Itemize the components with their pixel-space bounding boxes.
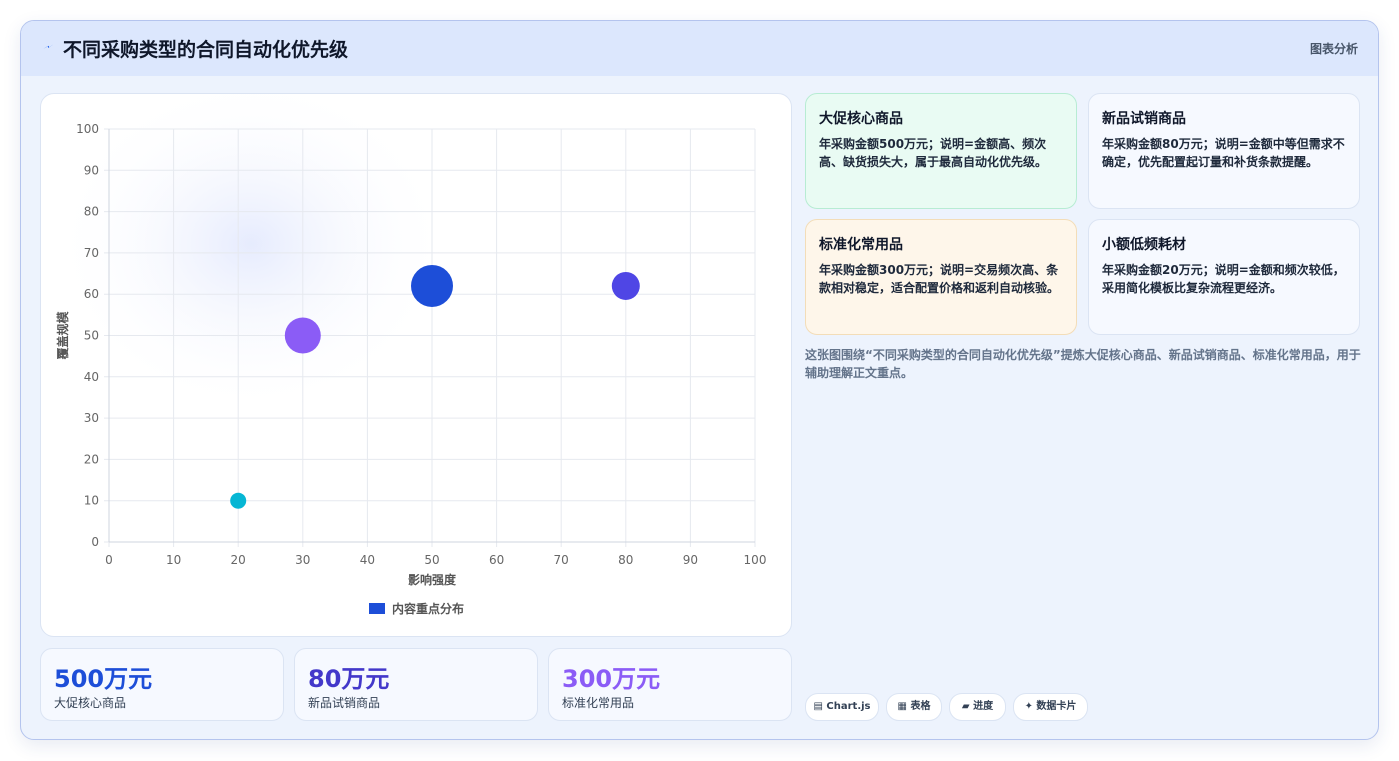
stat-label: 标准化常用品 bbox=[562, 696, 635, 710]
stat-card-1: 500万元 大促核心商品 bbox=[40, 648, 284, 721]
pill-progress[interactable]: ▰ 进度 bbox=[949, 693, 1006, 721]
y-tick-label: 100 bbox=[76, 122, 99, 136]
stat-card-3: 300万元 标准化常用品 bbox=[548, 648, 792, 721]
x-tick-label: 90 bbox=[683, 553, 698, 567]
y-tick-label: 40 bbox=[84, 370, 99, 384]
y-tick-label: 0 bbox=[91, 535, 99, 549]
info-card-2: 新品试销商品 年采购金额80万元；说明=金额中等但需求不确定，优先配置起订量和补… bbox=[1088, 93, 1360, 209]
x-tick-label: 0 bbox=[105, 553, 113, 567]
y-axis-title: 覆盖规模 bbox=[55, 311, 70, 361]
y-tick-label: 10 bbox=[84, 494, 99, 508]
x-tick-label: 100 bbox=[744, 553, 767, 567]
info-card-title: 小额低频耗材 bbox=[1102, 237, 1186, 253]
info-card-text: 年采购金额80万元；说明=金额中等但需求不确定，优先配置起订量和补货条款提醒。 bbox=[1102, 137, 1345, 169]
stat-value: 80万元 bbox=[308, 665, 390, 693]
bubble-point bbox=[611, 271, 640, 300]
bubble-point bbox=[284, 317, 321, 354]
info-card-text: 年采购金额20万元；说明=金额和频次较低，采用简化模板比复杂流程更经济。 bbox=[1102, 263, 1345, 295]
y-tick-label: 60 bbox=[84, 287, 99, 301]
x-axis-title: 影响强度 bbox=[408, 572, 457, 587]
bubble-chart: 0 10 20 30 40 50 60 70 80 90 100 0 10 20 30 40 50 60 70 80 9… bbox=[51, 94, 767, 616]
header: 不同采购类型的合同自动化优先级 图表分析 bbox=[21, 21, 1378, 76]
pill-table[interactable]: ▦ 表格 bbox=[886, 693, 942, 721]
x-tick-label: 30 bbox=[295, 553, 310, 567]
stat-label: 新品试销商品 bbox=[308, 696, 381, 710]
x-tick-label: 60 bbox=[489, 553, 504, 567]
main-card: 不同采购类型的合同自动化优先级 图表分析 0 10 20 30 40 50 60 70 80 90… bbox=[20, 20, 1379, 740]
stat-value: 300万元 bbox=[562, 665, 661, 693]
background-glow bbox=[51, 94, 451, 414]
x-tick-label: 50 bbox=[424, 553, 439, 567]
stat-card-2: 80万元 新品试销商品 bbox=[294, 648, 538, 721]
info-card-text: 年采购金额500万元；说明=金额高、频次高、缺货损失大，属于最高自动化优先级。 bbox=[819, 137, 1048, 169]
info-card-title: 新品试销商品 bbox=[1102, 111, 1186, 127]
lightning-icon bbox=[43, 44, 54, 49]
y-tick-label: 30 bbox=[84, 411, 99, 425]
y-tick-label: 90 bbox=[84, 163, 99, 177]
info-card-1: 大促核心商品 年采购金额500万元；说明=金额高、频次高、缺货损失大，属于最高自… bbox=[805, 93, 1077, 209]
x-tick-label: 20 bbox=[231, 553, 246, 567]
info-card-4: 小额低频耗材 年采购金额20万元；说明=金额和频次较低，采用简化模板比复杂流程更… bbox=[1088, 219, 1360, 335]
pill-chartjs[interactable]: ▤ Chart.js bbox=[805, 693, 879, 721]
y-tick-label: 50 bbox=[84, 329, 99, 343]
x-tick-label: 80 bbox=[618, 553, 633, 567]
page-title: 不同采购类型的合同自动化优先级 bbox=[63, 39, 349, 61]
x-tick-label: 40 bbox=[360, 553, 375, 567]
info-card-title: 大促核心商品 bbox=[819, 111, 903, 127]
info-card-text: 年采购金额300万元；说明=交易频次高、条款相对稳定，适合配置价格和返利自动核验… bbox=[819, 263, 1060, 295]
bubble-point bbox=[230, 492, 247, 509]
y-tick-label: 80 bbox=[84, 205, 99, 219]
stat-value: 500万元 bbox=[54, 665, 153, 693]
info-card-3: 标准化常用品 年采购金额300万元；说明=交易频次高、条款相对稳定，适合配置价格… bbox=[805, 219, 1077, 335]
x-tick-label: 10 bbox=[166, 553, 181, 567]
legend-swatch bbox=[369, 603, 385, 614]
y-tick-label: 70 bbox=[84, 246, 99, 260]
chart-panel: 0 10 20 30 40 50 60 70 80 90 100 0 10 20 30 40 50 60 70 80 9… bbox=[40, 93, 792, 637]
legend-label: 内容重点分布 bbox=[392, 601, 464, 616]
bubble-point bbox=[411, 264, 453, 307]
pill-data-cards[interactable]: ✦ 数据卡片 bbox=[1013, 693, 1088, 721]
stat-label: 大促核心商品 bbox=[54, 696, 127, 710]
x-tick-label: 70 bbox=[554, 553, 569, 567]
chart-analysis-tag: 图表分析 bbox=[1309, 42, 1358, 56]
y-tick-label: 20 bbox=[84, 452, 99, 466]
info-card-title: 标准化常用品 bbox=[819, 237, 903, 253]
chart-description: 这张图围绕“不同采购类型的合同自动化优先级”提炼大促核心商品、新品试销商品、标准… bbox=[805, 348, 1361, 380]
